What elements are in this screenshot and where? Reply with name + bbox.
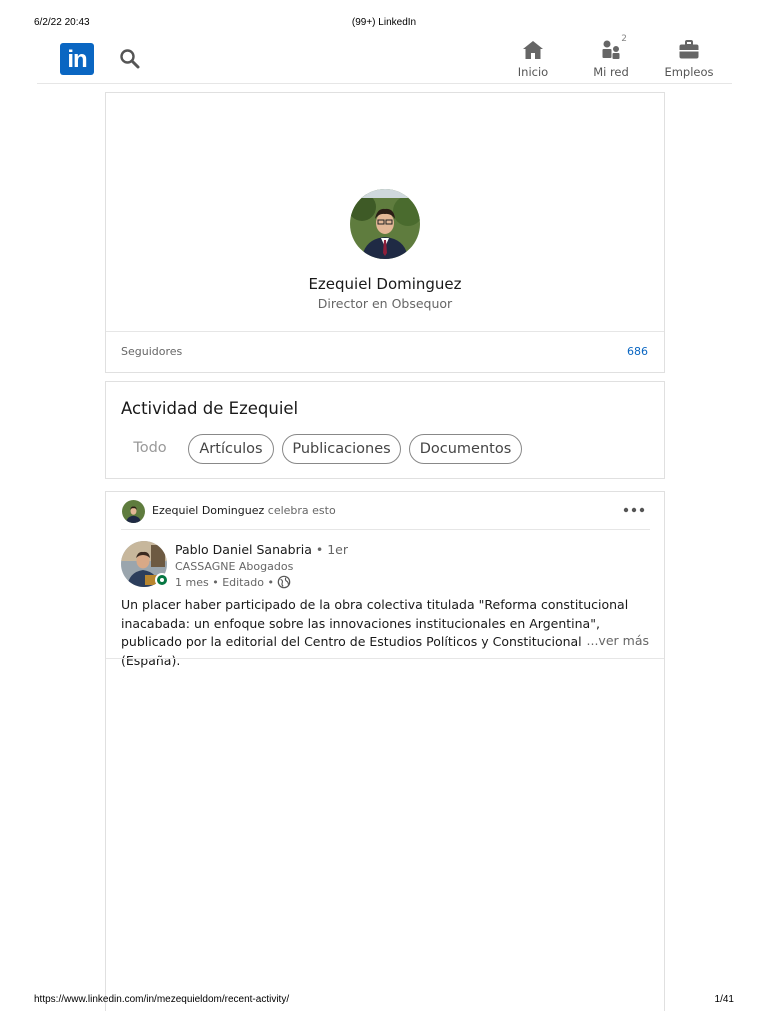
nav-jobs-label: Empleos: [664, 65, 714, 79]
profile-name[interactable]: Ezequiel Dominguez: [106, 275, 664, 293]
see-more-link[interactable]: ...ver más: [580, 633, 649, 648]
online-status-icon: [155, 573, 169, 587]
actor-name[interactable]: Ezequiel Dominguez: [152, 504, 264, 517]
activity-card: Actividad de Ezequiel Todo Artículos Pub…: [105, 381, 665, 479]
people-icon: 2: [599, 34, 627, 62]
actor-avatar[interactable]: [122, 500, 145, 523]
search-icon[interactable]: [118, 47, 142, 71]
post-meta: 1 mes • Editado •: [175, 575, 291, 589]
profile-headline: Director en Obsequor: [317, 296, 453, 311]
nav-my-network-label: Mi red: [593, 65, 629, 79]
print-header: 6/2/22 20:43 (99+) LinkedIn: [0, 17, 768, 31]
actor-action: celebra esto: [267, 504, 336, 517]
print-url: https://www.linkedin.com/in/mezequieldom…: [34, 994, 290, 1005]
activity-title: Actividad de Ezequiel: [121, 399, 299, 418]
filter-documents[interactable]: Documentos: [409, 434, 522, 464]
more-options-icon[interactable]: [622, 502, 646, 518]
print-page-number: 1/41: [714, 994, 734, 1005]
connection-degree: • 1er: [315, 542, 348, 557]
followers-count[interactable]: 686: [627, 345, 648, 358]
filter-articles[interactable]: Artículos: [188, 434, 274, 464]
post-author-line: Pablo Daniel Sanabria • 1er: [175, 542, 348, 557]
nav-home-label: Inicio: [517, 65, 549, 79]
post-meta-text: 1 mes • Editado •: [175, 576, 274, 589]
followers-label: Seguidores: [121, 345, 183, 358]
nav-my-network[interactable]: 2 Mi red: [581, 34, 641, 80]
filter-all[interactable]: Todo: [122, 434, 178, 464]
filter-posts[interactable]: Publicaciones: [282, 434, 401, 464]
divider: [106, 658, 664, 659]
nav-home[interactable]: Inicio: [503, 38, 563, 80]
print-footer: https://www.linkedin.com/in/mezequieldom…: [0, 994, 768, 1008]
feed-card: Ezequiel Dominguez celebra esto Pablo Da…: [105, 491, 665, 1011]
globe-icon: [278, 575, 291, 589]
profile-avatar[interactable]: [350, 189, 420, 259]
feed-header: Ezequiel Dominguez celebra esto: [121, 492, 650, 530]
profile-card: Ezequiel Dominguez Director en Obsequor …: [105, 92, 665, 373]
actor-line: Ezequiel Dominguez celebra esto: [152, 504, 336, 517]
linkedin-logo[interactable]: in: [60, 43, 94, 75]
home-icon: [521, 38, 545, 62]
print-title: (99+) LinkedIn: [351, 17, 417, 28]
network-badge: 2: [621, 34, 627, 44]
post-author-subtitle: CASSAGNE Abogados: [175, 560, 294, 573]
post-author-name[interactable]: Pablo Daniel Sanabria: [175, 542, 312, 557]
nav-jobs[interactable]: Empleos: [659, 38, 719, 80]
briefcase-icon: [677, 38, 701, 62]
followers-row[interactable]: Seguidores 686: [106, 331, 664, 373]
top-navigation: in Inicio 2 Mi red Empleos: [37, 34, 732, 84]
